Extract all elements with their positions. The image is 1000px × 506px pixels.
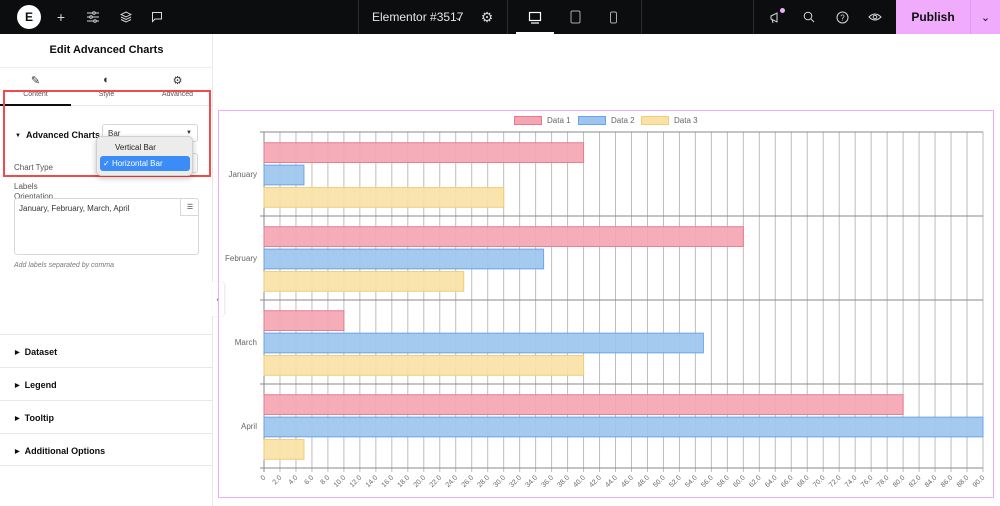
caret-right-icon: ▶ bbox=[15, 416, 20, 422]
notification-dot bbox=[780, 8, 785, 13]
mobile-icon[interactable] bbox=[605, 9, 621, 25]
publish-button[interactable]: Publish bbox=[896, 0, 970, 34]
svg-text:?: ? bbox=[840, 13, 845, 22]
caret-right-icon: ▶ bbox=[15, 383, 20, 389]
legend-item-data-1[interactable]: Data 1 bbox=[514, 116, 571, 125]
option-vertical-bar[interactable]: Vertical Bar bbox=[100, 140, 190, 155]
accordion-legend[interactable]: ▶ Legend bbox=[0, 367, 213, 400]
divider bbox=[358, 0, 359, 34]
legend-label: Data 2 bbox=[611, 116, 635, 125]
pencil-icon: ✎ bbox=[30, 75, 41, 87]
editor-topbar: E + Elementor #3517 ⌄ ⚙ ? Publish ⌄ bbox=[0, 0, 1000, 34]
add-icon[interactable]: + bbox=[53, 9, 69, 25]
gear-icon[interactable]: ⚙ bbox=[479, 9, 495, 25]
labels-label: Labels bbox=[14, 182, 38, 191]
accordion-title: Tooltip bbox=[24, 413, 54, 423]
legend-swatch bbox=[578, 116, 606, 125]
legend-swatch bbox=[641, 116, 669, 125]
legend-swatch bbox=[514, 116, 542, 125]
accordion-tooltip[interactable]: ▶ Tooltip bbox=[0, 400, 213, 433]
legend-item-data-3[interactable]: Data 3 bbox=[641, 116, 698, 125]
desktop-icon[interactable] bbox=[527, 9, 543, 25]
section-title: Advanced Charts bbox=[25, 130, 100, 140]
comment-icon[interactable] bbox=[149, 9, 165, 25]
gear-icon: ⚙ bbox=[172, 75, 183, 87]
section-advanced-charts-toggle[interactable]: ▼ Advanced Charts bbox=[15, 130, 100, 140]
accordion-dataset[interactable]: ▶ Dataset bbox=[0, 334, 213, 367]
dynamic-tags-icon[interactable]: ☰ bbox=[180, 198, 199, 216]
tablet-icon[interactable] bbox=[567, 9, 583, 25]
half-circle-icon: ◐ bbox=[103, 74, 110, 86]
labels-hint: Add labels separated by comma bbox=[14, 262, 114, 269]
publish-options-chevron-icon[interactable]: ⌄ bbox=[970, 0, 1000, 34]
accordion-title: Additional Options bbox=[24, 446, 106, 456]
check-icon: ✓ bbox=[103, 159, 110, 168]
accordion-title: Dataset bbox=[24, 347, 58, 357]
preview-eye-icon[interactable] bbox=[867, 9, 883, 25]
legend-label: Data 3 bbox=[674, 116, 698, 125]
help-icon[interactable]: ? bbox=[834, 9, 850, 25]
chart-type-label: Chart Type bbox=[14, 163, 53, 172]
labels-textarea[interactable]: January, February, March, April bbox=[14, 198, 199, 255]
divider bbox=[753, 0, 754, 34]
option-horizontal-bar[interactable]: ✓ Horizontal Bar bbox=[100, 156, 190, 171]
logo-glyph: E bbox=[24, 10, 33, 24]
widget-frame[interactable] bbox=[218, 110, 994, 498]
accordion-additional-options[interactable]: ▶ Additional Options bbox=[0, 433, 213, 466]
orientation-dropdown: Vertical Bar ✓ Horizontal Bar bbox=[96, 136, 193, 176]
settings-sliders-icon[interactable] bbox=[85, 9, 101, 25]
divider bbox=[641, 0, 642, 34]
option-label: Horizontal Bar bbox=[111, 159, 163, 168]
divider bbox=[507, 0, 508, 34]
search-icon[interactable] bbox=[801, 9, 817, 25]
caret-right-icon: ▶ bbox=[15, 449, 20, 455]
legend-label: Data 1 bbox=[547, 116, 571, 125]
caret-down-icon: ▼ bbox=[15, 133, 21, 139]
layers-icon[interactable] bbox=[118, 9, 134, 25]
caret-right-icon: ▶ bbox=[15, 350, 20, 356]
accordion-title: Legend bbox=[24, 380, 57, 390]
chevron-down-icon[interactable]: ⌄ bbox=[450, 9, 466, 25]
legend-item-data-2[interactable]: Data 2 bbox=[578, 116, 635, 125]
elementor-logo-icon[interactable]: E bbox=[17, 5, 41, 29]
panel-title: Edit Advanced Charts bbox=[0, 34, 213, 68]
active-device-indicator bbox=[516, 32, 554, 34]
